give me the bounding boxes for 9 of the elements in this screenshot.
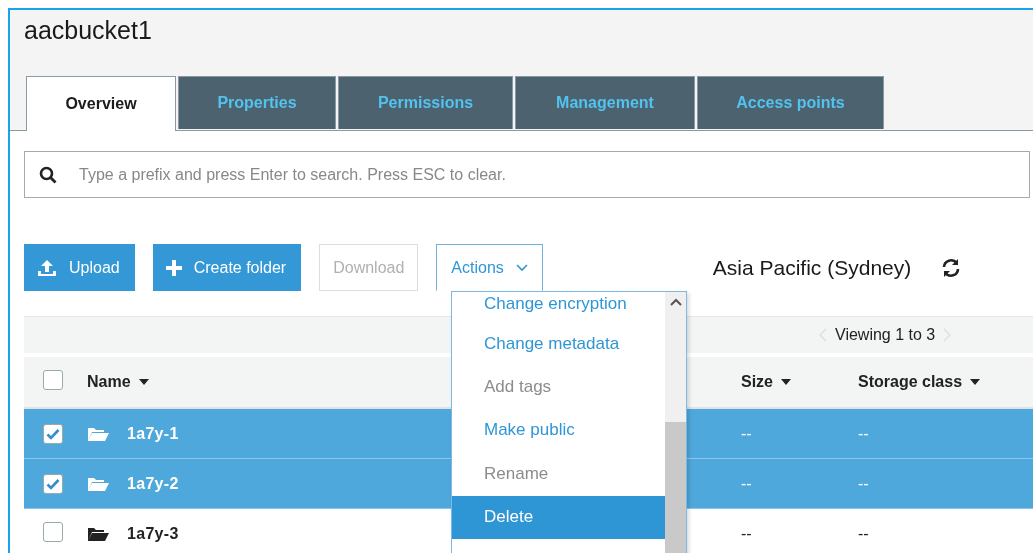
region-label: Asia Pacific (Sydney) (712, 255, 912, 280)
table-cell: -- (741, 524, 752, 543)
bucket-title: aacbucket1 (24, 16, 152, 45)
table-cell: -- (741, 424, 752, 443)
table-cell: -- (858, 474, 869, 493)
table-cell: -- (858, 524, 869, 543)
table-cell: -- (858, 424, 869, 443)
table-cell: -- (741, 474, 752, 493)
pagination-text: Viewing 1 to 3 (835, 326, 936, 344)
